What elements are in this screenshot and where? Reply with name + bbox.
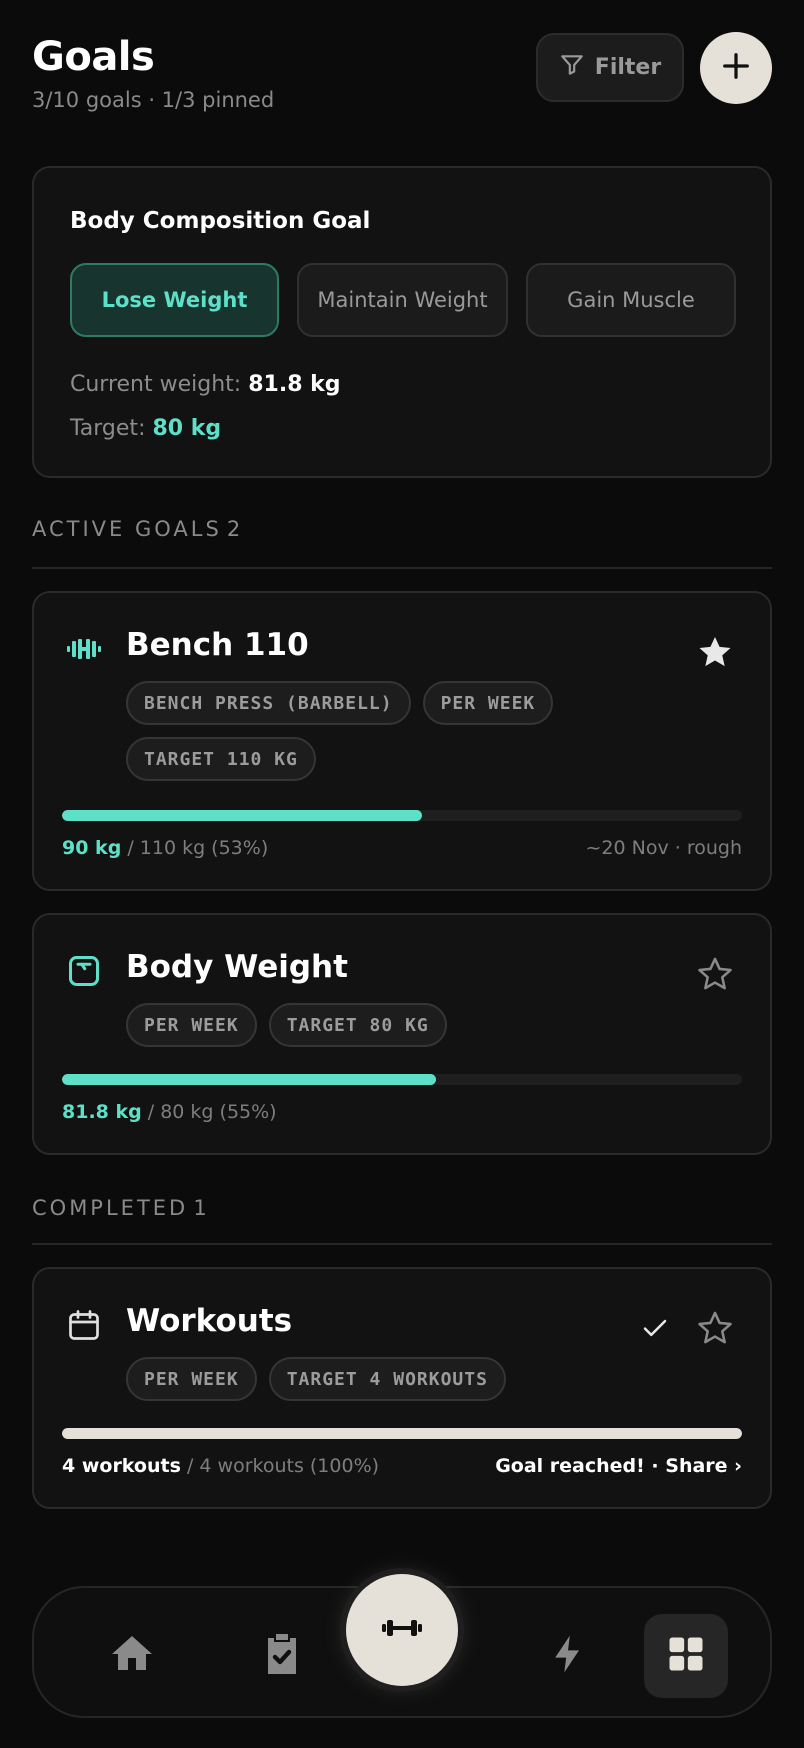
chip-frequency: PER WEEK xyxy=(126,1003,257,1047)
goal-chips: PER WEEK TARGET 4 WORKOUTS xyxy=(126,1357,710,1401)
scale-icon xyxy=(64,951,104,991)
active-goals-label: ACTIVE GOALS xyxy=(32,517,222,541)
dumbbell-icon xyxy=(64,629,104,669)
goal-title: Bench 110 xyxy=(126,627,309,663)
chip-target: TARGET 80 KG xyxy=(268,1003,447,1047)
nav-home[interactable] xyxy=(90,1614,174,1698)
progress-fill xyxy=(62,1074,436,1085)
completed-count: 1 xyxy=(193,1196,210,1220)
star-filled-icon[interactable] xyxy=(696,633,734,671)
grid-icon xyxy=(664,1632,708,1680)
target-weight-line: Target: 80 kg xyxy=(70,416,221,441)
progress-current: 4 workouts xyxy=(62,1455,181,1477)
nav-activity[interactable] xyxy=(526,1614,610,1698)
plus-icon xyxy=(721,51,751,85)
start-workout-button[interactable] xyxy=(346,1574,458,1686)
chip-target: TARGET 4 WORKOUTS xyxy=(268,1357,506,1401)
clipboard-check-icon xyxy=(258,1630,306,1682)
nav-plans[interactable] xyxy=(240,1614,324,1698)
filter-label: Filter xyxy=(594,55,662,80)
funnel-icon xyxy=(559,52,585,84)
header: Goals 3/10 goals · 1/3 pinned Filter xyxy=(32,30,772,120)
current-weight-line: Current weight: 81.8 kg xyxy=(70,372,341,397)
option-maintain-weight[interactable]: Maintain Weight xyxy=(297,263,508,337)
goal-chips: PER WEEK TARGET 80 KG xyxy=(126,1003,710,1047)
chip-target: TARGET 110 KG xyxy=(126,737,316,781)
goal-card-bench[interactable]: Bench 110 BENCH PRESS (BARBELL) PER WEEK… xyxy=(32,591,772,891)
lightning-icon xyxy=(546,1630,590,1682)
star-outline-icon[interactable] xyxy=(696,955,734,993)
option-lose-weight[interactable]: Lose Weight xyxy=(70,263,279,337)
progress-track xyxy=(62,1428,742,1439)
goal-title: Body Weight xyxy=(126,949,348,985)
goals-screen: Goals 3/10 goals · 1/3 pinned Filter Bod… xyxy=(0,0,804,1748)
chip-frequency: PER WEEK xyxy=(422,681,554,725)
active-goals-count: 2 xyxy=(226,517,244,541)
target-weight-label: Target: xyxy=(70,416,146,441)
progress-fill xyxy=(62,810,423,821)
page-subtitle: 3/10 goals · 1/3 pinned xyxy=(32,88,275,112)
progress-text: 90 kg / 110 kg (53%) xyxy=(62,837,268,859)
goal-card-workouts[interactable]: Workouts PER WEEK TARGET 4 WORKOUTS 4 wo… xyxy=(32,1267,772,1509)
current-weight-label: Current weight: xyxy=(70,372,242,397)
option-gain-muscle[interactable]: Gain Muscle xyxy=(526,263,736,337)
active-goals-section: ACTIVE GOALS 2 xyxy=(32,517,772,569)
eta-text: ~20 Nov · rough xyxy=(585,837,743,859)
body-composition-title: Body Composition Goal xyxy=(70,208,371,234)
progress-rest: / 80 kg (55%) xyxy=(141,1101,277,1123)
divider xyxy=(32,1243,772,1245)
progress-rest: / 110 kg (53%) xyxy=(121,837,269,859)
calendar-icon xyxy=(64,1305,104,1345)
share-link[interactable]: Goal reached! · Share › xyxy=(495,1455,742,1477)
divider xyxy=(32,567,772,569)
star-outline-icon[interactable] xyxy=(696,1309,734,1347)
completed-section: COMPLETED 1 xyxy=(32,1196,772,1245)
progress-track xyxy=(62,1074,742,1085)
check-icon xyxy=(640,1313,670,1343)
progress-text: 81.8 kg / 80 kg (55%) xyxy=(62,1101,277,1123)
current-weight-value: 81.8 kg xyxy=(248,372,341,397)
target-weight-value: 80 kg xyxy=(152,416,222,441)
progress-current: 81.8 kg xyxy=(62,1101,142,1123)
progress-rest: / 4 workouts (100%) xyxy=(180,1455,380,1477)
completed-label: COMPLETED xyxy=(32,1196,189,1220)
goal-chips: BENCH PRESS (BARBELL) PER WEEK TARGET 11… xyxy=(126,681,710,781)
nav-goals[interactable] xyxy=(644,1614,728,1698)
body-composition-card: Body Composition Goal Lose Weight Mainta… xyxy=(32,166,772,478)
add-goal-button[interactable] xyxy=(700,32,772,104)
goal-card-body-weight[interactable]: Body Weight PER WEEK TARGET 80 KG 81.8 k… xyxy=(32,913,772,1155)
progress-track xyxy=(62,810,742,821)
chip-frequency: PER WEEK xyxy=(126,1357,257,1401)
goal-title: Workouts xyxy=(126,1303,293,1339)
dumbbell-icon xyxy=(380,1616,424,1644)
home-icon xyxy=(108,1630,156,1682)
filter-button[interactable]: Filter xyxy=(536,33,684,102)
progress-current: 90 kg xyxy=(62,837,122,859)
page-title: Goals xyxy=(32,34,155,80)
progress-text: 4 workouts / 4 workouts (100%) xyxy=(62,1455,379,1477)
chip-exercise: BENCH PRESS (BARBELL) xyxy=(126,681,411,725)
progress-fill xyxy=(62,1428,742,1439)
